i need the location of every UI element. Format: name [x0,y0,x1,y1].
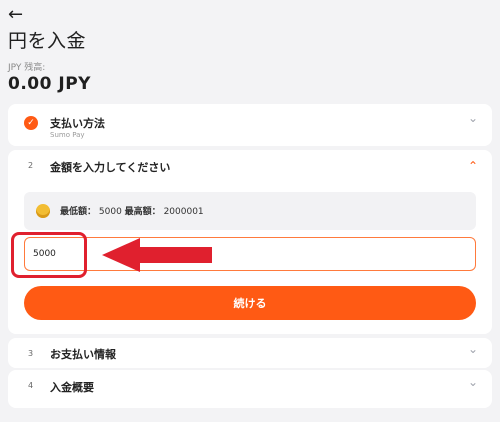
chevron-down-icon[interactable]: ⌄ [468,343,478,355]
min-value: 5000 [98,207,122,217]
limits-box: 最低額： 5000 最高額： 2000001 [24,192,476,230]
balance-label: JPY 残高: [8,63,46,73]
deposit-summary-section[interactable]: 4 入金概要 ⌄ [8,370,492,408]
max-value: 2000001 [163,207,204,217]
chevron-up-icon[interactable]: ⌃ [468,160,478,172]
chevron-down-icon[interactable]: ⌄ [468,376,478,388]
page-title: 円を入金 [8,30,87,52]
payment-info-section[interactable]: 3 お支払い情報 ⌄ [8,338,492,368]
chevron-down-icon[interactable]: ⌄ [468,112,478,124]
payment-method-section[interactable]: ✓ 支払い方法 Sumo Pay ⌄ [8,104,492,146]
payment-method-title: 支払い方法 [50,117,105,130]
continue-button[interactable]: 続ける [24,286,476,320]
deposit-summary-title: 入金概要 [50,381,94,394]
step-number: 3 [28,349,34,358]
highlight-box [11,232,87,278]
check-icon: ✓ [24,116,38,130]
amount-title: 金額を入力してください [50,161,171,174]
red-arrow-icon [102,238,212,272]
max-label: 最高額： [124,207,161,217]
payment-info-title: お支払い情報 [50,348,116,361]
balance-value: 0.00 JPY [8,74,91,94]
step-number: 2 [28,161,34,170]
amount-input[interactable] [24,237,476,271]
header: ← 円を入金 [8,6,500,53]
min-label: 最低額： [60,207,97,217]
limits-text: 最低額： 5000 最高額： 2000001 [60,204,204,217]
step-number: 4 [28,381,34,390]
payment-method-subtitle: Sumo Pay [50,131,85,139]
back-arrow-icon[interactable]: ← [8,6,26,24]
coin-icon [36,204,50,218]
